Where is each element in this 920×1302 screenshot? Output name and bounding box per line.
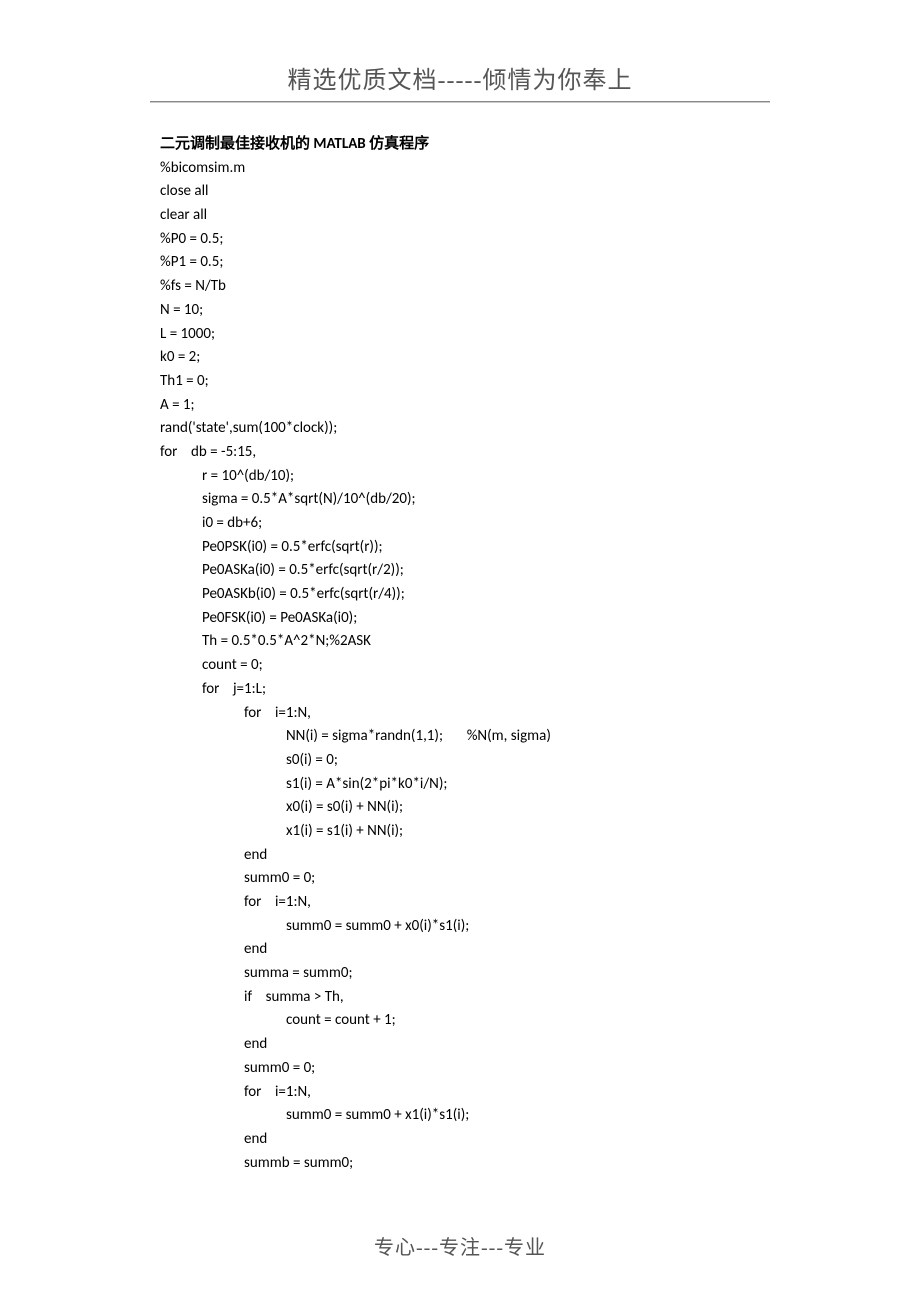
code-line: Th = 0.5*0.5*A^2*N;%2ASK [160, 630, 760, 654]
code-line: A = 1; [160, 394, 760, 418]
code-line: summ0 = summ0 + x0(i)*s1(i); [160, 915, 760, 939]
code-line: x0(i) = s0(i) + NN(i); [160, 796, 760, 820]
code-line: summa = summ0; [160, 962, 760, 986]
code-line: L = 1000; [160, 323, 760, 347]
code-line: %P1 = 0.5; [160, 251, 760, 275]
code-line: N = 10; [160, 299, 760, 323]
code-line: s0(i) = 0; [160, 749, 760, 773]
code-line: clear all [160, 204, 760, 228]
document-page: 精选优质文档-----倾情为你奉上 二元调制最佳接收机的 MATLAB 仿真程序… [0, 0, 920, 1302]
page-footer: 专心---专注---专业 [0, 1231, 920, 1260]
code-line: for i=1:N, [160, 702, 760, 726]
code-line: Pe0ASKa(i0) = 0.5*erfc(sqrt(r/2)); [160, 559, 760, 583]
code-line: x1(i) = s1(i) + NN(i); [160, 820, 760, 844]
code-line: end [160, 938, 760, 962]
code-line: k0 = 2; [160, 346, 760, 370]
code-line: Pe0ASKb(i0) = 0.5*erfc(sqrt(r/4)); [160, 583, 760, 607]
code-line: NN(i) = sigma*randn(1,1); %N(m, sigma) [160, 725, 760, 749]
code-line: %fs = N/Tb [160, 275, 760, 299]
code-line: end [160, 1033, 760, 1057]
code-line: end [160, 844, 760, 868]
code-line: summ0 = summ0 + x1(i)*s1(i); [160, 1104, 760, 1128]
code-line: summ0 = 0; [160, 1057, 760, 1081]
code-line: Pe0FSK(i0) = Pe0ASKa(i0); [160, 607, 760, 631]
code-line: count = 0; [160, 654, 760, 678]
code-line: %P0 = 0.5; [160, 228, 760, 252]
code-line: rand('state',sum(100*clock)); [160, 417, 760, 441]
document-title: 二元调制最佳接收机的 MATLAB 仿真程序 [160, 133, 760, 157]
code-line: close all [160, 180, 760, 204]
code-line: Th1 = 0; [160, 370, 760, 394]
code-line: for j=1:L; [160, 678, 760, 702]
code-line: s1(i) = A*sin(2*pi*k0*i/N); [160, 773, 760, 797]
code-line: summb = summ0; [160, 1152, 760, 1176]
code-line: sigma = 0.5*A*sqrt(N)/10^(db/20); [160, 488, 760, 512]
document-body: 二元调制最佳接收机的 MATLAB 仿真程序 %bicomsim.mclose … [160, 133, 760, 1175]
code-listing: %bicomsim.mclose allclear all%P0 = 0.5;%… [160, 157, 760, 1176]
code-line: if summa > Th, [160, 986, 760, 1010]
code-line: r = 10^(db/10); [160, 465, 760, 489]
code-line: for i=1:N, [160, 1081, 760, 1105]
code-line: for db = -5:15, [160, 441, 760, 465]
code-line: i0 = db+6; [160, 512, 760, 536]
code-line: %bicomsim.m [160, 157, 760, 181]
code-line: count = count + 1; [160, 1009, 760, 1033]
code-line: Pe0PSK(i0) = 0.5*erfc(sqrt(r)); [160, 536, 760, 560]
code-line: summ0 = 0; [160, 867, 760, 891]
code-line: end [160, 1128, 760, 1152]
code-line: for i=1:N, [160, 891, 760, 915]
header-divider [150, 101, 770, 103]
page-header: 精选优质文档-----倾情为你奉上 [0, 60, 920, 101]
